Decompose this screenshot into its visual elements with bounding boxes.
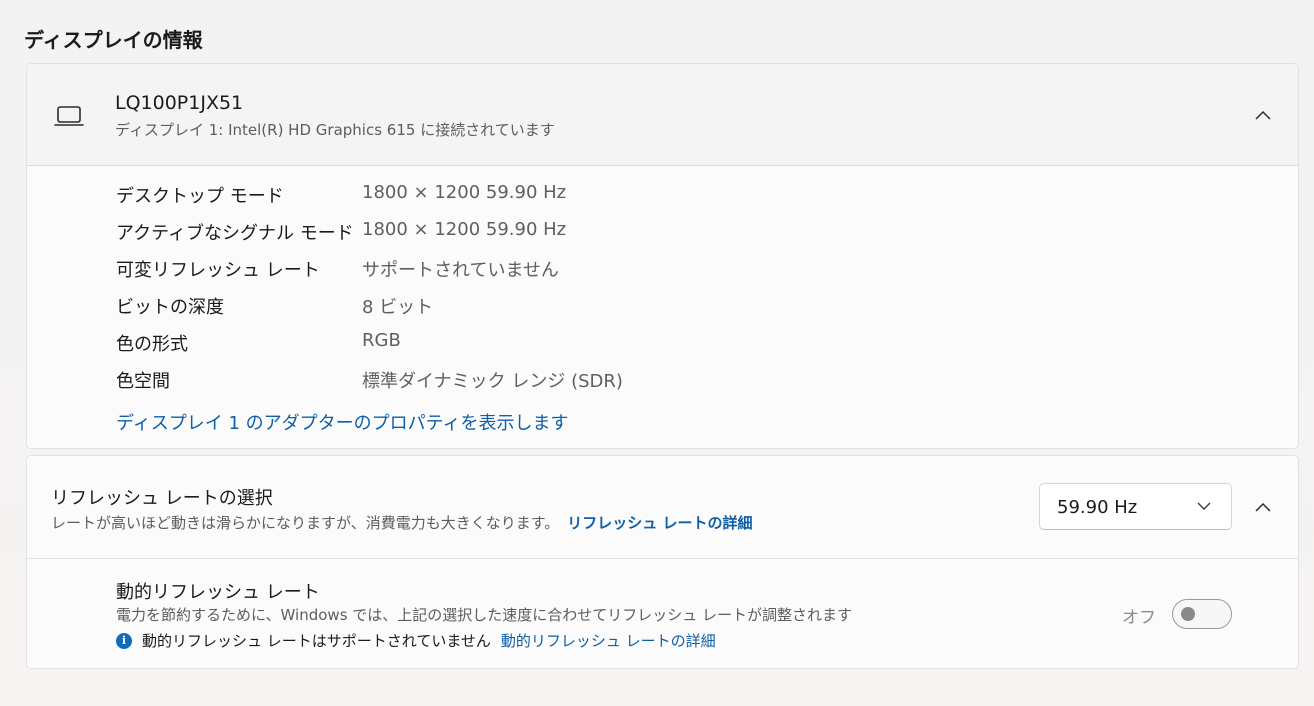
refresh-rate-description-text: レートが高いほど動きは滑らかになりますが、消費電力も大きくなります。	[51, 514, 560, 532]
property-label: アクティブなシグナル モード	[116, 223, 354, 244]
dynamic-refresh-toggle-label: オフ	[1122, 608, 1156, 628]
toggle-knob	[1181, 607, 1195, 621]
property-value: RGB	[362, 330, 401, 351]
dynamic-refresh-toggle[interactable]	[1172, 599, 1232, 629]
refresh-rate-description: レートが高いほど動きは滑らかになりますが、消費電力も大きくなります。 リフレッシュ…	[51, 512, 752, 533]
monitor-name: LQ100P1JX51	[115, 92, 244, 114]
dynamic-refresh-details-link[interactable]: 動的リフレッシュ レートの詳細	[501, 630, 716, 651]
chevron-up-icon	[1255, 502, 1271, 512]
property-label: 可変リフレッシュ レート	[116, 260, 320, 281]
refresh-rate-details-link[interactable]: リフレッシュ レートの詳細	[567, 514, 752, 532]
dynamic-refresh-description: 電力を節約するために、Windows では、上記の選択した速度に合わせてリフレッ…	[116, 606, 853, 624]
display-card-header[interactable]: LQ100P1JX51 ディスプレイ 1: Intel(R) HD Graphi…	[27, 64, 1298, 166]
chevron-up-icon	[1255, 110, 1271, 120]
refresh-rate-title: リフレッシュ レートの選択	[51, 488, 273, 509]
adapter-properties-link[interactable]: ディスプレイ 1 のアダプターのプロパティを表示します	[116, 409, 569, 435]
dynamic-refresh-note: i 動的リフレッシュ レートはサポートされていません 動的リフレッシュ レートの…	[116, 630, 716, 651]
display-info-card: LQ100P1JX51 ディスプレイ 1: Intel(R) HD Graphi…	[26, 63, 1299, 449]
section-title: ディスプレイの情報	[24, 28, 203, 52]
collapse-display-button[interactable]	[1243, 95, 1283, 135]
refresh-rate-card: リフレッシュ レートの選択 レートが高いほど動きは滑らかになりますが、消費電力も…	[26, 455, 1299, 669]
refresh-rate-header: リフレッシュ レートの選択 レートが高いほど動きは滑らかになりますが、消費電力も…	[27, 456, 1298, 559]
property-value: サポートされていません	[362, 260, 559, 281]
property-label: 色の形式	[116, 334, 188, 355]
chevron-down-icon	[1197, 502, 1211, 510]
property-label: ビットの深度	[116, 297, 224, 318]
property-value: 1800 × 1200 59.90 Hz	[362, 182, 567, 203]
refresh-rate-selected: 59.90 Hz	[1057, 497, 1138, 518]
collapse-refresh-button[interactable]	[1243, 487, 1283, 527]
monitor-connection-info: ディスプレイ 1: Intel(R) HD Graphics 615 に接続され…	[115, 121, 555, 139]
dynamic-refresh-title: 動的リフレッシュ レート	[116, 582, 320, 603]
refresh-rate-dropdown[interactable]: 59.90 Hz	[1039, 483, 1232, 530]
property-value: 1800 × 1200 59.90 Hz	[362, 219, 567, 240]
property-label: デスクトップ モード	[116, 186, 284, 207]
property-label: 色空間	[116, 371, 170, 392]
property-value: 標準ダイナミック レンジ (SDR)	[362, 371, 623, 392]
info-icon: i	[116, 632, 132, 649]
property-value: 8 ビット	[362, 297, 434, 318]
laptop-icon	[54, 106, 84, 126]
dynamic-refresh-note-text: 動的リフレッシュ レートはサポートされていません	[142, 632, 491, 650]
